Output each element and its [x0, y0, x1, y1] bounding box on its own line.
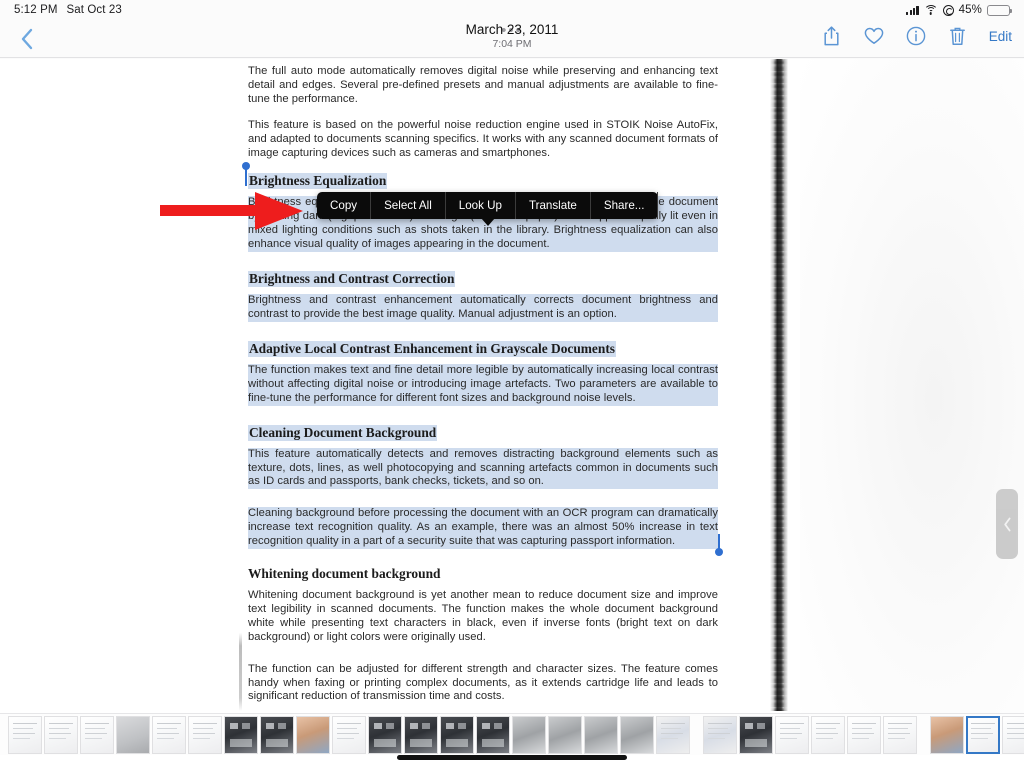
filmstrip-thumbnail[interactable]	[966, 715, 1000, 754]
document-heading[interactable]: Whitening document background	[248, 566, 440, 581]
filmstrip-thumbnail[interactable]	[1002, 715, 1024, 754]
back-button[interactable]	[12, 25, 40, 53]
photo-filmstrip[interactable]	[0, 713, 1024, 755]
document-text-layer[interactable]: The full auto mode automatically removes…	[242, 59, 723, 705]
text-selection-context-menu: Copy Select All Look Up Translate Share.…	[317, 192, 659, 226]
red-arrow-annotation	[160, 192, 303, 230]
status-bar: 5:12 PM Sat Oct 23 45%	[0, 0, 1024, 20]
rotation-lock-icon	[942, 4, 954, 16]
context-menu-item-translate[interactable]: Translate	[516, 192, 591, 219]
wifi-icon	[923, 4, 938, 16]
context-menu-caret	[480, 218, 495, 226]
filmstrip-thumbnail[interactable]	[703, 715, 737, 754]
status-time: 5:12 PM	[14, 4, 58, 16]
info-button[interactable]	[905, 23, 927, 49]
canvas-background	[800, 59, 1024, 713]
scan-edge-soft	[784, 59, 788, 711]
paragraph[interactable]: Cleaning background before processing th…	[248, 507, 718, 550]
context-menu-item-select-all[interactable]: Select All	[371, 192, 446, 219]
nav-actions: Edit	[821, 23, 1016, 49]
status-date: Sat Oct 23	[66, 4, 122, 16]
sidebar-pull-tab[interactable]	[996, 489, 1018, 559]
paragraph[interactable]: Whitening document background is yet ano…	[248, 589, 718, 645]
context-menu-item-look-up[interactable]: Look Up	[446, 192, 516, 219]
favorite-heart-icon	[864, 27, 884, 44]
filmstrip-thumbnail[interactable]	[656, 715, 690, 754]
trash-icon	[950, 27, 966, 46]
delete-button[interactable]	[947, 23, 969, 49]
photo-canvas[interactable]: The full auto mode automatically removes…	[0, 59, 1024, 713]
scan-artifact-left	[239, 59, 242, 711]
filmstrip-thumbnail[interactable]	[739, 715, 773, 754]
filmstrip-thumbnail[interactable]	[332, 715, 366, 754]
edit-button[interactable]: Edit	[989, 29, 1016, 44]
filmstrip-thumbnail[interactable]	[512, 715, 546, 754]
filmstrip-thumbnail[interactable]	[260, 715, 294, 754]
context-menu-item-share[interactable]: Share...	[591, 192, 659, 219]
filmstrip-thumbnail[interactable]	[548, 715, 582, 754]
filmstrip-thumbnail[interactable]	[224, 715, 258, 754]
document-heading[interactable]: Adaptive Local Contrast Enhancement in G…	[248, 340, 616, 357]
filmstrip-thumbnail[interactable]	[44, 715, 78, 754]
filmstrip-thumbnail[interactable]	[80, 715, 114, 754]
filmstrip-thumbnail[interactable]	[620, 715, 654, 754]
scanned-document-image[interactable]: The full auto mode automatically removes…	[0, 59, 800, 713]
filmstrip-thumbnail[interactable]	[8, 715, 42, 754]
battery-percent-label: 45%	[958, 4, 982, 16]
battery-icon	[987, 4, 1012, 16]
filmstrip-thumbnail[interactable]	[368, 715, 402, 754]
document-heading[interactable]: Brightness Equalization	[248, 173, 388, 190]
paragraph[interactable]: The function can be adjusted for differe…	[248, 663, 718, 705]
selection-start-handle[interactable]	[242, 162, 250, 187]
filmstrip-thumbnail[interactable]	[930, 715, 964, 754]
filmstrip-thumbnail[interactable]	[116, 715, 150, 754]
status-bar-left: 5:12 PM Sat Oct 23	[14, 4, 122, 16]
chevron-left-icon	[1003, 517, 1010, 531]
filmstrip-thumbnail[interactable]	[152, 715, 186, 754]
navigation-bar: ••• March 23, 2011 7:04 PM Edit	[0, 20, 1024, 58]
paragraph[interactable]: This feature is based on the powerful no…	[248, 119, 718, 161]
paragraph[interactable]: This feature automatically detects and r…	[248, 447, 718, 490]
filmstrip-thumbnail[interactable]	[847, 715, 881, 754]
status-bar-right: 45%	[906, 4, 1012, 16]
photo-viewer-screen: 5:12 PM Sat Oct 23 45% ••• March 23, 201…	[0, 0, 1024, 768]
filmstrip-thumbnail[interactable]	[188, 715, 222, 754]
favorite-button[interactable]	[863, 23, 885, 49]
share-button[interactable]	[821, 23, 843, 49]
info-icon	[906, 26, 926, 46]
filmstrip-thumbnail[interactable]	[883, 715, 917, 754]
context-menu-item-copy[interactable]: Copy	[317, 192, 372, 219]
paragraph[interactable]: The function makes text and fine detail …	[248, 363, 718, 406]
window-grabber-handle[interactable]: •••	[501, 23, 523, 38]
filmstrip-thumbnail[interactable]	[811, 715, 845, 754]
filmstrip-thumbnail[interactable]	[440, 715, 474, 754]
document-heading[interactable]: Brightness and Contrast Correction	[248, 271, 456, 288]
filmstrip-thumbnail[interactable]	[584, 715, 618, 754]
paragraph[interactable]: The full auto mode automatically removes…	[248, 65, 718, 107]
share-icon	[824, 26, 839, 46]
document-heading[interactable]: Cleaning Document Background	[248, 424, 438, 441]
filmstrip-thumbnail[interactable]	[296, 715, 330, 754]
cellular-signal-icon	[906, 5, 919, 15]
filmstrip-thumbnail[interactable]	[775, 715, 809, 754]
chevron-left-icon	[21, 28, 32, 50]
home-indicator[interactable]	[397, 755, 627, 760]
filmstrip-thumbnail[interactable]	[476, 715, 510, 754]
filmstrip-thumbnail[interactable]	[404, 715, 438, 754]
selection-end-handle[interactable]	[715, 534, 723, 557]
paragraph[interactable]: Brightness and contrast enhancement auto…	[248, 294, 718, 322]
